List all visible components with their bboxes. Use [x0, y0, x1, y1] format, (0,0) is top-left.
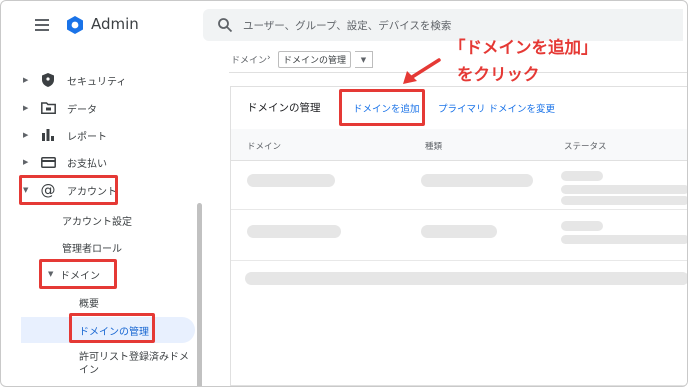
- redacted-cell: [247, 225, 341, 238]
- redacted-cell: [561, 196, 687, 205]
- sidebar-subitem-overview[interactable]: 概要: [79, 295, 99, 310]
- admin-logo-icon: [67, 16, 83, 34]
- sidebar-item-label: お支払い: [67, 158, 107, 170]
- bar-chart-icon: [37, 127, 59, 143]
- sidebar-item-label: データ: [67, 104, 97, 116]
- column-header-status[interactable]: ステータス: [564, 140, 607, 152]
- redacted-cell: [561, 221, 603, 231]
- sidebar-item-label: セキュリティ: [67, 76, 127, 88]
- row-divider: [231, 209, 687, 210]
- sidebar-subitem-allowlisted-domains-cont[interactable]: イン: [79, 361, 99, 376]
- expand-caret-icon: ▶: [23, 158, 29, 166]
- redacted-cell: [561, 185, 687, 194]
- breadcrumb-root[interactable]: ドメイン: [231, 53, 267, 66]
- redacted-cell: [561, 235, 687, 244]
- folder-icon: [37, 100, 59, 116]
- search-input[interactable]: ユーザー、グループ、設定、デバイスを検索: [243, 18, 451, 33]
- sidebar-subitem-account-settings[interactable]: アカウント設定: [62, 213, 132, 228]
- shield-icon: [37, 72, 59, 88]
- redacted-cell: [561, 171, 603, 181]
- sidebar-item-label: レポート: [67, 131, 107, 143]
- card-title: ドメインの管理: [247, 102, 321, 114]
- redacted-cell: [245, 272, 687, 285]
- annotation-line-2: をクリック: [457, 65, 540, 84]
- sidebar-scrollbar[interactable]: [197, 203, 202, 386]
- column-header-type[interactable]: 種類: [425, 140, 442, 152]
- change-primary-domain-link[interactable]: プライマリ ドメインを変更: [438, 101, 555, 115]
- sidebar-item-security[interactable]: ▶ セキュリティ: [23, 69, 126, 91]
- sidebar-item-data[interactable]: ▶ データ: [23, 97, 97, 119]
- column-header-domain[interactable]: ドメイン: [247, 140, 281, 152]
- highlight-manage-domains: [69, 313, 155, 343]
- highlight-add-domain: [339, 89, 425, 126]
- redacted-cell: [247, 174, 335, 187]
- search-icon[interactable]: [217, 17, 233, 33]
- highlight-domains: [39, 259, 117, 289]
- screenshot-frame: Admin ユーザー、グループ、設定、デバイスを検索 ▶ セキュリティ ▶ デー…: [0, 0, 688, 387]
- expand-caret-icon: ▶: [23, 104, 29, 112]
- table-header: [231, 129, 687, 161]
- highlight-account: [19, 175, 118, 205]
- sidebar-item-billing[interactable]: ▶ お支払い: [23, 151, 107, 173]
- redacted-cell: [421, 174, 533, 187]
- row-divider: [231, 260, 687, 261]
- redacted-cell: [421, 225, 497, 238]
- expand-caret-icon: ▶: [23, 131, 29, 139]
- expand-caret-icon: ▶: [23, 76, 29, 84]
- sidebar-subitem-admin-roles[interactable]: 管理者ロール: [62, 240, 122, 255]
- app-title[interactable]: Admin: [91, 15, 139, 33]
- annotation-line-1: 「ドメインを追加」: [449, 38, 598, 57]
- breadcrumb-separator: ›: [267, 53, 271, 63]
- search-bar[interactable]: ユーザー、グループ、設定、デバイスを検索: [203, 9, 683, 41]
- hamburger-menu-icon[interactable]: [35, 19, 49, 31]
- annotation-arrow-icon: [403, 58, 441, 84]
- breadcrumb-current[interactable]: ドメインの管理: [278, 51, 352, 68]
- sidebar-item-reports[interactable]: ▶ レポート: [23, 124, 107, 146]
- credit-card-icon: [37, 154, 59, 170]
- chevron-down-icon[interactable]: ▼: [355, 51, 373, 68]
